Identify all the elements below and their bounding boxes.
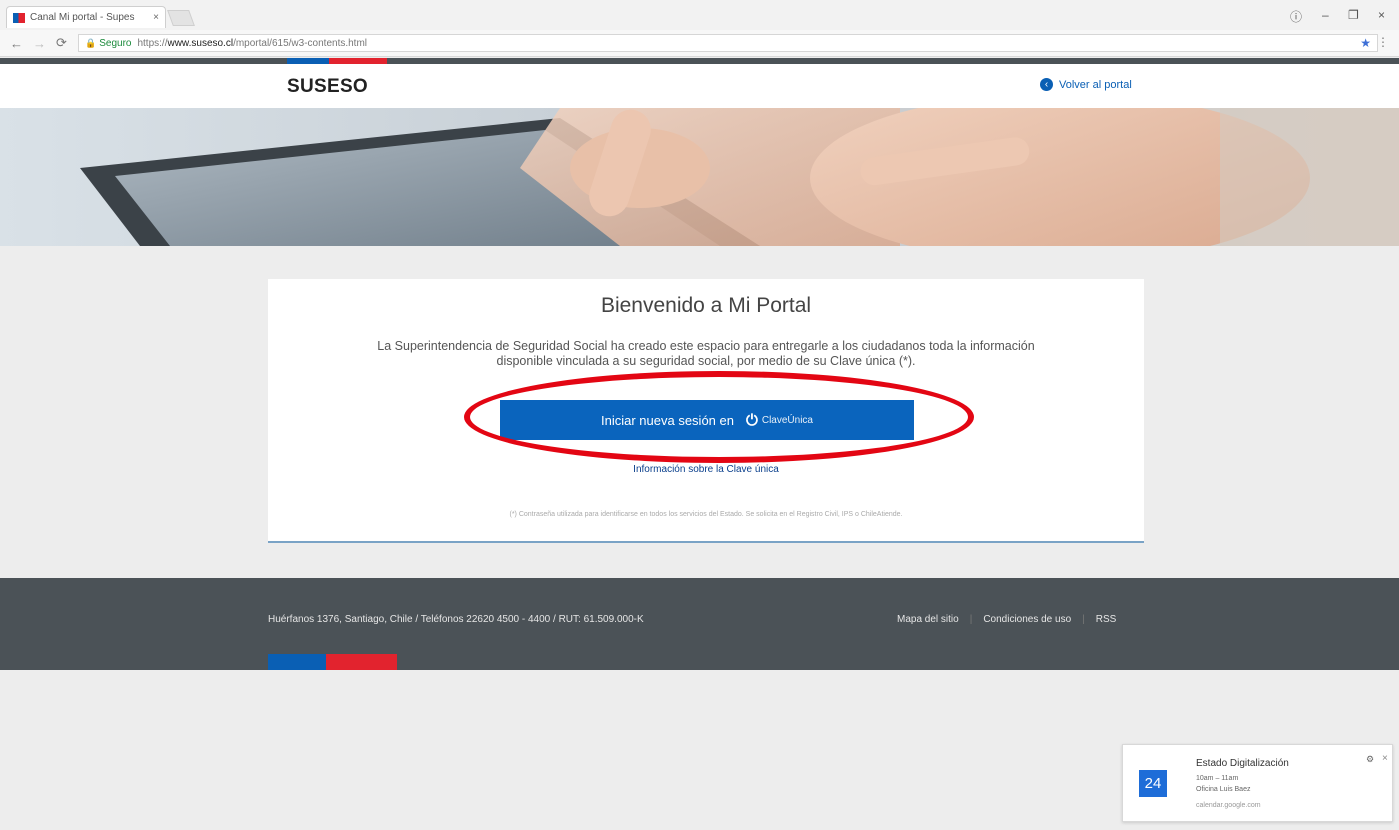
bookmark-star-icon[interactable]: ★ (1360, 36, 1371, 50)
notification-time: 10am – 11am (1196, 775, 1239, 782)
browser-tab[interactable]: Canal Mi portal - Supes × (6, 6, 166, 28)
welcome-card: Bienvenido a Mi Portal La Superintendenc… (268, 279, 1144, 543)
url-prefix: https:// (137, 37, 168, 49)
minimize-button[interactable]: – (1322, 8, 1329, 22)
page-title: Bienvenido a Mi Portal (600, 294, 812, 317)
footer-separator: | (1082, 614, 1085, 625)
menu-icon[interactable]: ⋮ (1377, 35, 1389, 49)
site-logo[interactable]: SUSESO (287, 76, 368, 98)
account-icon[interactable]: ⓘ (1290, 8, 1302, 25)
welcome-description: La Superintendencia de Seguridad Social … (377, 339, 1035, 368)
power-icon: ⏻ (745, 411, 758, 429)
reload-icon[interactable]: ⟳ (56, 35, 67, 51)
footer-link-rss[interactable]: RSS (1096, 614, 1117, 625)
login-button-label: Iniciar nueva sesión en (601, 412, 734, 428)
browser-tabstrip: Canal Mi portal - Supes × ⓘ – ❐ × (0, 0, 1399, 30)
notification-source: calendar.google.com (1196, 802, 1261, 809)
footer-address: Huérfanos 1376, Santiago, Chile / Teléfo… (268, 614, 644, 625)
secure-label: Seguro (99, 37, 132, 49)
tab-close-icon[interactable]: × (153, 12, 159, 23)
flag-blue-block (268, 654, 326, 670)
hero-image (0, 108, 1399, 246)
clave-unica-info-link[interactable]: Información sobre la Clave única (268, 464, 1144, 475)
notification-title: Estado Digitalización (1196, 758, 1289, 769)
footnote: (*) Contraseña utilizada para identifica… (509, 511, 903, 518)
address-bar[interactable]: 🔒 Seguro https:// www.suseso.cl /mportal… (78, 34, 1378, 52)
clave-unica-logo-text: ClaveÚnica (761, 414, 813, 426)
gear-icon[interactable]: ⚙ (1366, 754, 1374, 765)
calendar-icon: 24 (1139, 770, 1167, 797)
favicon-icon (13, 12, 25, 23)
browser-toolbar: ← → ⟳ 🔒 Seguro https:// www.suseso.cl /m… (0, 30, 1399, 57)
back-to-portal-label: Volver al portal (1059, 78, 1132, 91)
notification-location: Oficina Luis Baez (1196, 786, 1251, 793)
hero-illustration (0, 108, 1399, 246)
lock-icon: 🔒 (85, 37, 97, 48)
url-path: /mportal/615/w3-contents.html (233, 37, 368, 49)
calendar-notification[interactable]: 24 Estado Digitalización 10am – 11am Ofi… (1122, 744, 1393, 822)
url-host: www.suseso.cl (167, 37, 234, 49)
site-header: SUSESO ‹ Volver al portal (0, 64, 1399, 108)
footer-separator: | (969, 614, 973, 625)
back-to-portal-link[interactable]: ‹ Volver al portal (1040, 78, 1132, 91)
tab-title: Canal Mi portal - Supes (30, 12, 135, 23)
arrow-circle-icon: ‹ (1040, 78, 1053, 91)
close-window-button[interactable]: × (1378, 8, 1385, 22)
clave-unica-login-button[interactable]: Iniciar nueva sesión en ⏻ ClaveÚnica (500, 400, 914, 440)
site-footer: Huérfanos 1376, Santiago, Chile / Teléfo… (0, 578, 1399, 670)
forward-arrow-icon[interactable]: → (33, 36, 46, 51)
footer-link-terms[interactable]: Condiciones de uso (983, 614, 1071, 625)
new-tab-button[interactable] (167, 10, 195, 26)
back-arrow-icon[interactable]: ← (10, 36, 23, 51)
footer-link-sitemap[interactable]: Mapa del sitio (897, 614, 959, 625)
footer-links: Mapa del sitio | Condiciones de uso | RS… (897, 614, 1116, 625)
close-icon[interactable]: × (1382, 753, 1388, 764)
restore-button[interactable]: ❐ (1348, 8, 1359, 22)
flag-red-block (326, 654, 397, 670)
